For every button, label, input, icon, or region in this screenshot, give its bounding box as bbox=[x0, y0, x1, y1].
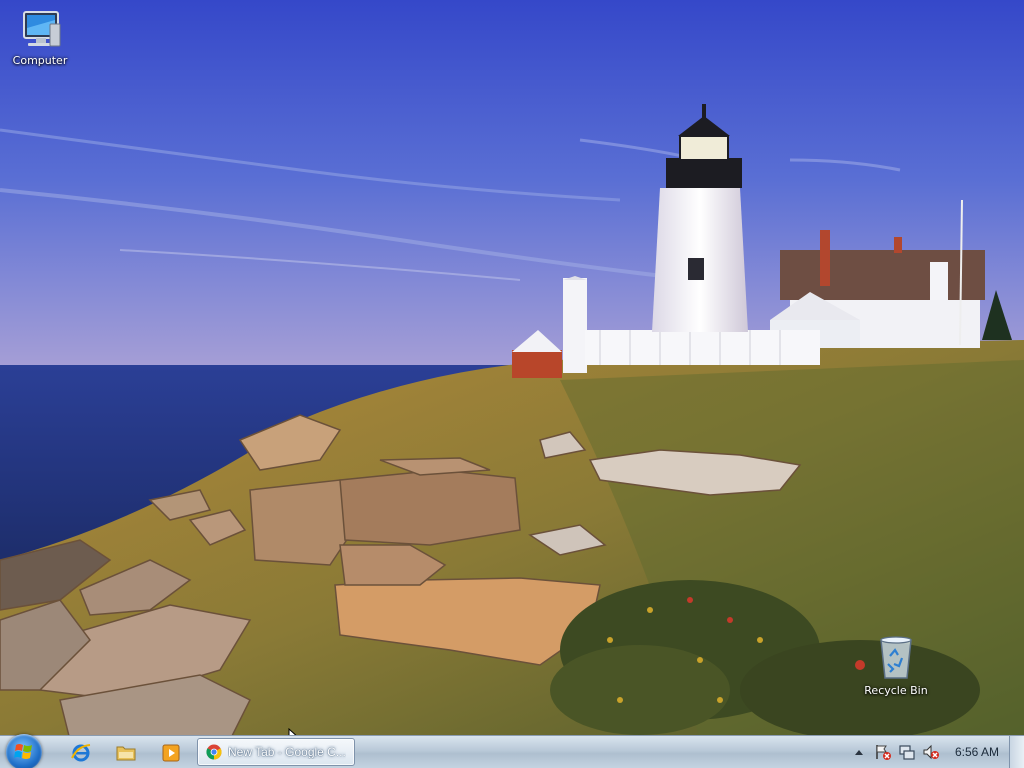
pinned-media-player[interactable] bbox=[150, 740, 192, 766]
show-desktop-button[interactable] bbox=[1009, 736, 1024, 768]
desktop-icon-label: Recycle Bin bbox=[864, 684, 928, 697]
taskbar-clock[interactable]: 6:56 AM bbox=[955, 745, 999, 759]
desktop-icon-recycle-bin[interactable]: Recycle Bin bbox=[856, 636, 936, 697]
desktop-icon-computer[interactable]: Computer bbox=[0, 8, 80, 67]
chrome-icon bbox=[206, 744, 222, 760]
media-player-icon bbox=[162, 744, 180, 762]
volume-muted-icon[interactable] bbox=[922, 743, 940, 761]
start-button[interactable] bbox=[6, 734, 42, 768]
taskbar-button-chrome[interactable]: New Tab - Google C... bbox=[197, 738, 355, 766]
desktop-icon-label: Computer bbox=[12, 54, 68, 67]
taskbar: New Tab - Google C... 6:56 AM bbox=[0, 734, 1024, 768]
pinned-internet-explorer[interactable] bbox=[60, 740, 102, 766]
recycle-bin-icon bbox=[880, 636, 912, 679]
folder-icon bbox=[116, 746, 136, 761]
internet-explorer-icon bbox=[71, 744, 91, 762]
desktop[interactable]: Computer Recycle Bin New Tab - Google C.… bbox=[0, 0, 1024, 768]
system-tray: 6:56 AM bbox=[847, 736, 1024, 768]
windows-logo-icon bbox=[14, 744, 32, 759]
show-hidden-icons-arrow[interactable] bbox=[850, 743, 868, 761]
action-center-flag-icon[interactable] bbox=[874, 743, 892, 761]
network-icon[interactable] bbox=[898, 743, 916, 761]
computer-icon bbox=[23, 11, 61, 47]
pinned-windows-explorer[interactable] bbox=[105, 740, 147, 766]
taskbar-button-label: New Tab - Google C... bbox=[228, 745, 346, 759]
